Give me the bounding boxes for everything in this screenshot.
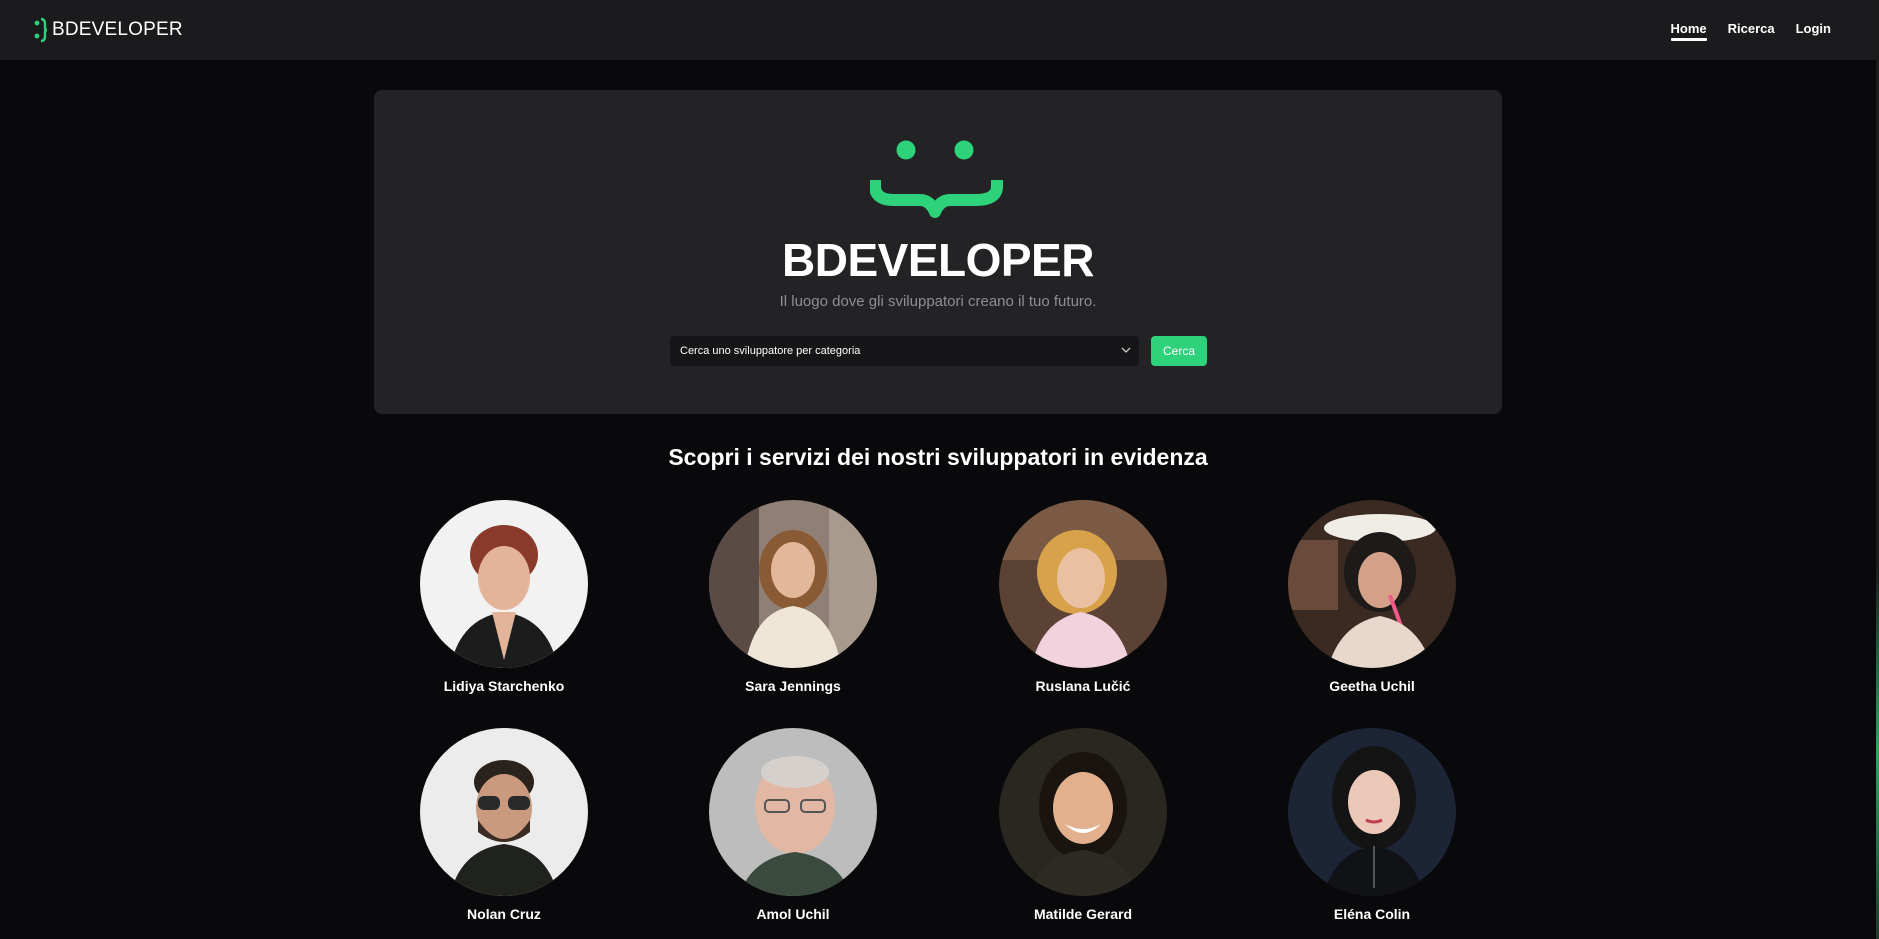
brand-name: BDEVELOPER [52,19,183,40]
developer-name: Ruslana Lučić [1035,678,1131,694]
developer-card[interactable]: Amol Uchil [693,728,893,922]
developer-card[interactable]: Matilde Gerard [983,728,1183,922]
developer-name: Geetha Uchil [1329,678,1415,694]
avatar [1288,500,1456,668]
hero-subtitle: Il luogo dove gli sviluppatori creano il… [779,293,1097,310]
navbar: BDEVELOPER Home Ricerca Login [0,0,1876,60]
developer-name: Sara Jennings [745,678,841,694]
brand-link[interactable]: BDEVELOPER [34,14,183,46]
chevron-down-icon [1121,347,1131,353]
nav-links: Home Ricerca Login [1670,21,1831,41]
avatar [709,728,877,896]
avatar [420,728,588,896]
avatar [709,500,877,668]
developer-name: Amol Uchil [756,906,830,922]
featured-section-title: Scopri i servizi dei nostri sviluppatori… [668,444,1208,470]
developer-name: Eléna Colin [1333,906,1411,922]
developer-card[interactable]: Geetha Uchil [1272,500,1472,694]
avatar [999,728,1167,896]
developer-name: Lidiya Starchenko [443,678,565,694]
nav-home[interactable]: Home [1670,21,1707,41]
developer-name: Matilde Gerard [1033,906,1133,922]
hero-logo-icon [870,140,1003,218]
logo-icon [34,17,48,43]
developer-card[interactable]: Ruslana Lučić [983,500,1183,694]
category-select-text: Cerca uno sviluppatore per categoria [680,345,861,357]
developer-card[interactable]: Lidiya Starchenko [404,500,604,694]
avatar [1288,728,1456,896]
developer-name: Nolan Cruz [467,906,541,922]
avatar [420,500,588,668]
nav-login[interactable]: Login [1796,21,1831,41]
nav-ricerca[interactable]: Ricerca [1728,21,1775,41]
search-button[interactable]: Cerca [1151,336,1207,366]
category-select[interactable]: Cerca uno sviluppatore per categoria [670,336,1139,366]
developer-card[interactable]: Nolan Cruz [404,728,604,922]
developer-card[interactable]: Sara Jennings [693,500,893,694]
developer-card[interactable]: Eléna Colin [1272,728,1472,922]
avatar [999,500,1167,668]
hero-title: BDEVELOPER [782,234,1094,286]
hero-panel: BDEVELOPER Il luogo dove gli sviluppator… [374,90,1502,414]
